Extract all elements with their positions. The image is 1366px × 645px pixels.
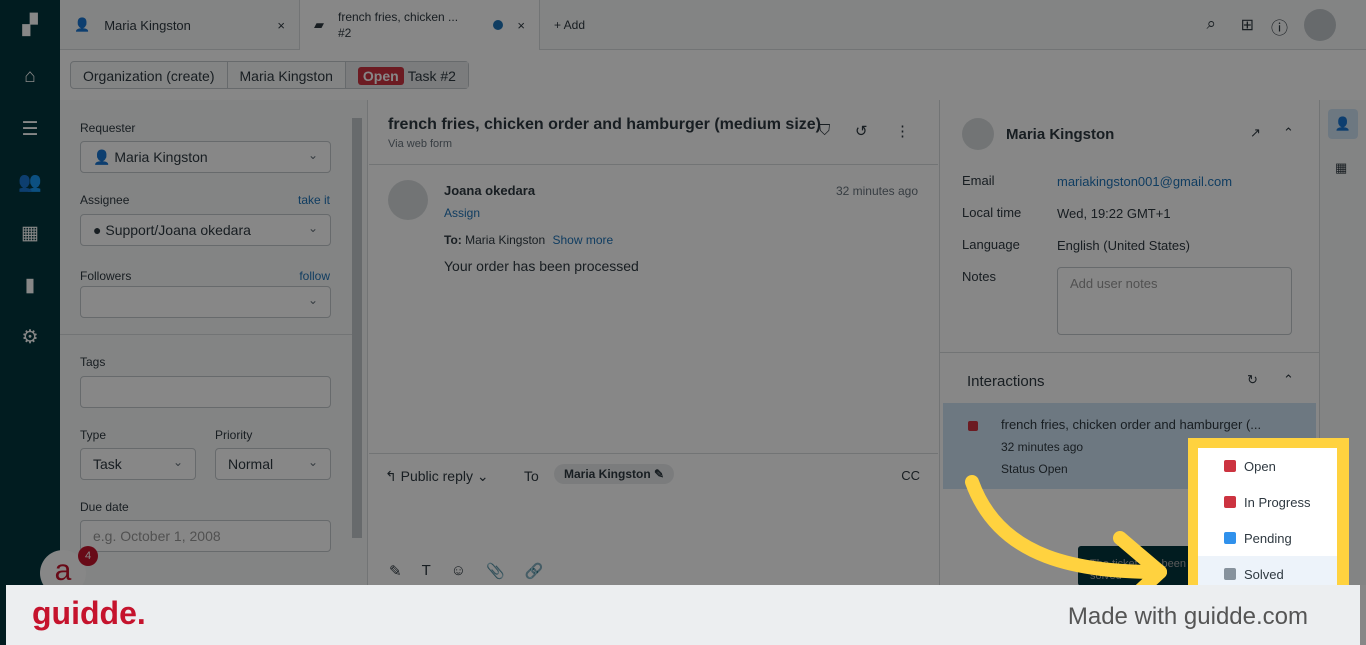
banner-text: Made with guidde.com [1067,603,1308,630]
option-label: Solved [1244,566,1284,582]
option-label: Pending [1244,530,1292,546]
status-option-solved[interactable]: Solved [1198,556,1337,585]
highlight-box: Open In Progress Pending Solved [1188,438,1349,585]
status-square [1224,460,1236,472]
status-square [1224,496,1236,508]
guidde-banner: guidde. Made with guidde.com [6,585,1360,645]
option-label: In Progress [1244,494,1311,510]
status-square [1224,532,1236,544]
guidde-logo: guidde. [32,595,146,631]
option-label: Open [1244,458,1276,474]
status-square [1224,568,1236,580]
status-dropdown: Open In Progress Pending Solved [1198,448,1337,585]
status-option-pending[interactable]: Pending [1198,520,1337,556]
status-option-open[interactable]: Open [1198,448,1337,484]
status-option-in-progress[interactable]: In Progress [1198,484,1337,520]
dim-overlay [0,0,1366,645]
